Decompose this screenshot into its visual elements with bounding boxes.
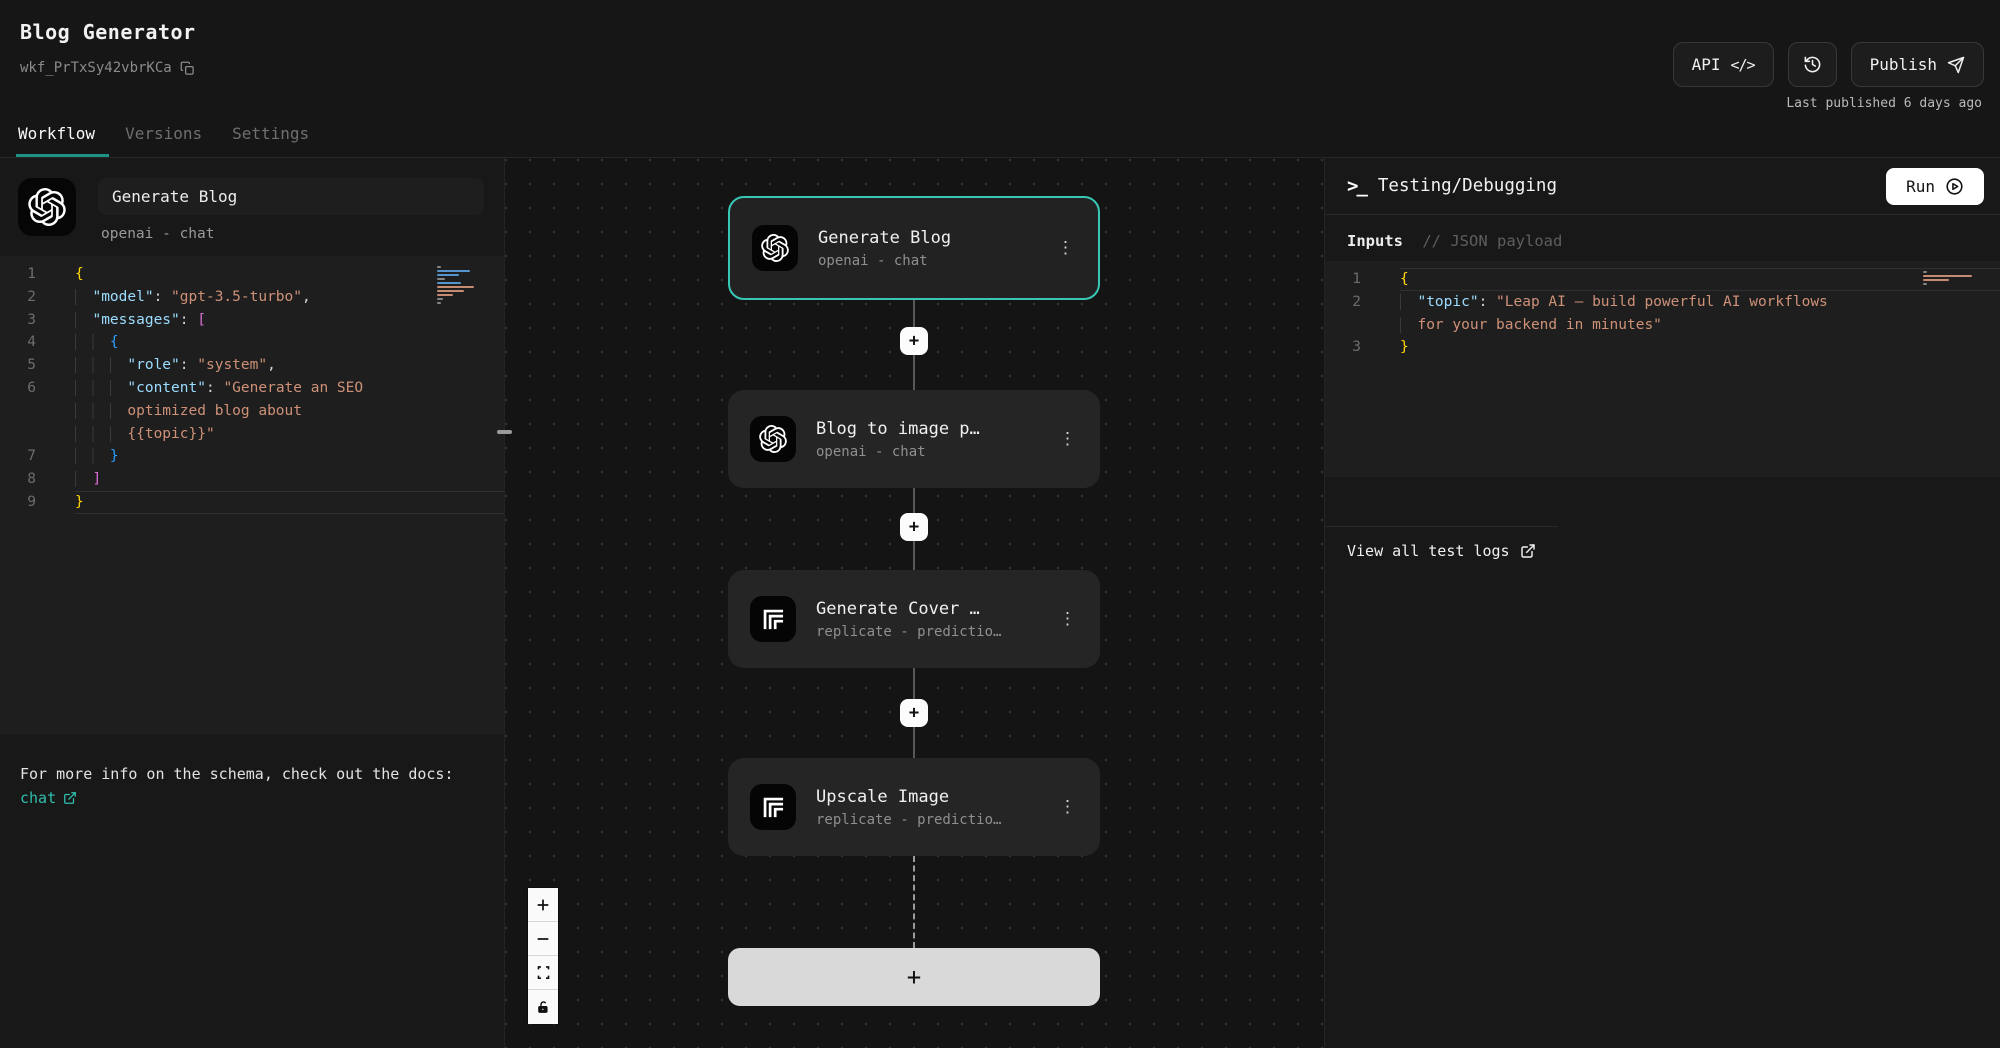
flow-node-generate-cover[interactable]: Generate Cover … replicate - predictio… … (728, 570, 1100, 668)
panel-resize-handle[interactable] (497, 430, 512, 434)
openai-icon (18, 178, 76, 236)
api-button[interactable]: API </> (1673, 42, 1774, 87)
replicate-icon (750, 784, 796, 830)
node-menu-button[interactable]: ⋮ (1057, 427, 1078, 452)
inputs-json-editor[interactable]: 1{2 "topic": "Leap AI — build powerful A… (1325, 261, 2000, 477)
zoom-in-button[interactable] (528, 888, 558, 922)
fit-view-icon (536, 965, 551, 980)
copy-icon[interactable] (180, 61, 195, 76)
node-subtitle: openai - chat (818, 253, 951, 269)
code-line: 7 } (0, 445, 504, 468)
node-title: Upscale Image (816, 787, 1001, 807)
tab-workflow[interactable]: Workflow (18, 124, 95, 157)
tab-bar: Workflow Versions Settings (18, 124, 309, 157)
api-button-label: API (1692, 55, 1721, 74)
flow-node-generate-blog[interactable]: Generate Blog openai - chat ⋮ (728, 196, 1100, 300)
node-subtitle: replicate - predictio… (816, 812, 1001, 828)
schema-help-text: For more info on the schema, check out t… (0, 762, 504, 810)
code-line: 2 "model": "gpt-3.5-turbo", (0, 286, 504, 309)
openai-icon (752, 225, 798, 271)
last-published-text: Last published 6 days ago (1786, 96, 1982, 111)
code-line: 3} (1325, 336, 2000, 359)
minimap (1920, 267, 1982, 291)
app-header: Blog Generator wkf_PrTxSy42vbrKCa API </… (0, 0, 2000, 158)
code-line: 6 "content": "Generate an SEO (0, 377, 504, 400)
code-line: 8 ] (0, 468, 504, 491)
replicate-icon (750, 596, 796, 642)
node-menu-button[interactable]: ⋮ (1057, 607, 1078, 632)
tab-settings[interactable]: Settings (232, 124, 309, 157)
code-line: 4 { (0, 331, 504, 354)
inputs-header: Inputs // JSON payload (1325, 215, 2000, 261)
code-line: 5 "role": "system", (0, 354, 504, 377)
publish-button-label: Publish (1870, 55, 1937, 74)
node-json-editor[interactable]: 1{2 "model": "gpt-3.5-turbo",3 "messages… (0, 256, 504, 734)
view-test-logs-label: View all test logs (1347, 542, 1510, 560)
lock-button[interactable] (528, 990, 558, 1024)
node-menu-button[interactable]: ⋮ (1055, 236, 1076, 261)
canvas-controls (528, 888, 558, 1024)
inputs-label: Inputs (1347, 232, 1403, 250)
node-title-input[interactable] (98, 178, 484, 215)
node-subtitle: openai - chat (816, 444, 980, 460)
docs-link[interactable]: chat (20, 786, 77, 810)
node-title: Generate Cover … (816, 599, 1001, 619)
code-icon: </> (1730, 56, 1754, 74)
minimap (434, 262, 486, 310)
add-node-button[interactable]: + (728, 948, 1100, 1006)
add-step-button[interactable]: + (900, 327, 928, 355)
page-title: Blog Generator (20, 20, 196, 44)
workflow-id: wkf_PrTxSy42vbrKCa (20, 60, 195, 76)
code-line: for your backend in minutes" (1325, 314, 2000, 337)
node-title: Blog to image p… (816, 419, 980, 439)
testing-panel: >_ Testing/Debugging Run Inputs // JSON … (1324, 158, 2000, 1048)
play-circle-icon (1945, 177, 1964, 196)
code-line: {{topic}}" (0, 423, 504, 446)
code-line: 1{ (1325, 268, 2000, 291)
code-line: 3 "messages": [ (0, 309, 504, 332)
node-title: Generate Blog (818, 228, 951, 248)
workflow-id-text: wkf_PrTxSy42vbrKCa (20, 60, 172, 76)
code-line: 9} (0, 491, 504, 514)
tab-versions[interactable]: Versions (125, 124, 202, 157)
inputs-comment: // JSON payload (1422, 232, 1562, 250)
node-subtitle: replicate - predictio… (816, 624, 1001, 640)
add-step-button[interactable]: + (900, 699, 928, 727)
run-button[interactable]: Run (1886, 168, 1984, 205)
view-test-logs-link[interactable]: View all test logs (1325, 526, 1558, 575)
workflow-canvas[interactable]: Generate Blog openai - chat ⋮ + Blog to … (505, 158, 1324, 1048)
openai-icon (750, 416, 796, 462)
zoom-out-button[interactable] (528, 922, 558, 956)
code-line: optimized blog about (0, 400, 504, 423)
external-link-icon (1520, 543, 1536, 559)
node-provider-label: openai - chat (101, 226, 484, 242)
history-icon (1803, 55, 1822, 74)
flow-node-blog-to-image[interactable]: Blog to image p… openai - chat ⋮ (728, 390, 1100, 488)
external-link-icon (63, 791, 77, 805)
testing-panel-title: Testing/Debugging (1378, 176, 1557, 196)
unlock-icon (536, 1000, 551, 1015)
history-button[interactable] (1788, 42, 1837, 87)
send-icon (1947, 56, 1965, 74)
pending-edge-connector (913, 856, 915, 948)
run-button-label: Run (1906, 177, 1935, 196)
code-line: 2 "topic": "Leap AI — build powerful AI … (1325, 291, 2000, 314)
flow-node-upscale-image[interactable]: Upscale Image replicate - predictio… ⋮ (728, 758, 1100, 856)
add-step-button[interactable]: + (900, 513, 928, 541)
publish-button[interactable]: Publish (1851, 42, 1984, 87)
node-config-panel: openai - chat 1{2 "model": "gpt-3.5-turb… (0, 158, 505, 1048)
minus-icon (535, 931, 551, 947)
plus-icon (535, 897, 551, 913)
terminal-prompt-icon: >_ (1347, 175, 1366, 197)
code-line: 1{ (0, 263, 504, 286)
fit-view-button[interactable] (528, 956, 558, 990)
node-menu-button[interactable]: ⋮ (1057, 795, 1078, 820)
